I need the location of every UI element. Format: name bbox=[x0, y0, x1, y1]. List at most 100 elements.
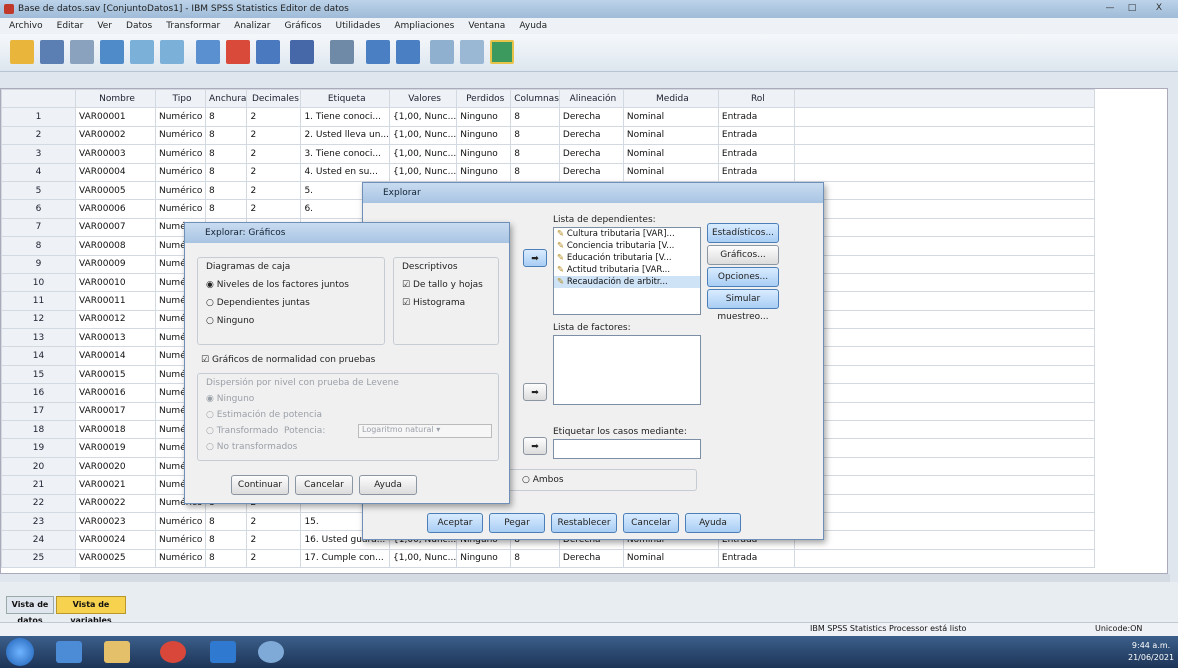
split-file-icon[interactable] bbox=[430, 40, 454, 64]
table-cell[interactable]: VAR00011 bbox=[75, 291, 156, 311]
table-cell[interactable]: 8 bbox=[510, 144, 560, 164]
start-icon[interactable] bbox=[6, 638, 34, 666]
table-cell[interactable]: 2 bbox=[246, 180, 302, 201]
table-cell[interactable]: Numérico bbox=[155, 530, 206, 550]
table-cell[interactable]: 2 bbox=[246, 530, 302, 550]
table-cell[interactable]: VAR00016 bbox=[75, 383, 156, 403]
table-cell[interactable]: Ninguno bbox=[456, 144, 512, 164]
table-cell[interactable]: Numérico bbox=[155, 511, 206, 532]
variables-icon[interactable] bbox=[256, 40, 280, 64]
table-cell[interactable]: VAR00001 bbox=[75, 107, 156, 127]
menu-1[interactable]: Editar bbox=[57, 21, 84, 31]
table-cell[interactable]: Nominal bbox=[622, 107, 719, 127]
table-row[interactable]: 2 VAR00002 Numérico 8 2 2. Usted lleva un...{… bbox=[1, 125, 1095, 146]
stem-leaf-checkbox[interactable]: ☑ De tallo y hojas bbox=[402, 280, 483, 290]
col-header[interactable]: Etiqueta bbox=[300, 89, 391, 109]
col-header[interactable]: Nombre bbox=[75, 89, 156, 109]
table-cell[interactable]: VAR00021 bbox=[75, 475, 156, 495]
table-cell[interactable]: Nominal bbox=[622, 125, 719, 146]
col-header[interactable]: Decimales bbox=[246, 89, 302, 109]
table-cell[interactable]: VAR00002 bbox=[75, 125, 156, 146]
table-cell[interactable]: Entrada bbox=[717, 107, 795, 127]
col-header[interactable]: Columnas bbox=[510, 89, 560, 109]
table-cell[interactable]: Derecha bbox=[558, 125, 624, 146]
table-cell[interactable]: Numérico bbox=[155, 199, 206, 219]
plots-cancel-button[interactable]: Cancelar bbox=[295, 475, 353, 495]
table-cell[interactable]: 8 bbox=[204, 199, 248, 219]
table-cell[interactable]: VAR00013 bbox=[75, 328, 156, 348]
table-cell[interactable]: Numérico bbox=[155, 144, 206, 164]
dialog-recall-icon[interactable] bbox=[100, 40, 124, 64]
col-header[interactable]: Perdidos bbox=[456, 89, 512, 109]
value-labels-icon[interactable] bbox=[460, 40, 484, 64]
spread-power-radio[interactable]: ○ Estimación de potencia bbox=[206, 410, 322, 420]
table-cell[interactable]: 2 bbox=[246, 511, 302, 532]
spread-none-radio[interactable]: ◉ Ninguno bbox=[206, 394, 254, 404]
explorer-icon[interactable] bbox=[104, 641, 130, 663]
table-cell[interactable]: Numérico bbox=[155, 162, 206, 182]
table-cell[interactable]: Nominal bbox=[622, 162, 719, 182]
histogram-checkbox[interactable]: ☑ Histograma bbox=[402, 298, 465, 308]
menu-4[interactable]: Transformar bbox=[166, 21, 220, 31]
table-cell[interactable]: VAR00003 bbox=[75, 144, 156, 164]
power-select[interactable]: Logaritmo natural ▾ bbox=[358, 424, 492, 438]
move-label-arrow-icon[interactable]: ➡ bbox=[523, 437, 547, 455]
table-cell[interactable]: VAR00006 bbox=[75, 199, 156, 219]
box-factor-levels-radio[interactable]: ◉ Niveles de los factores juntos bbox=[206, 280, 349, 290]
table-cell[interactable]: Derecha bbox=[558, 144, 624, 164]
close-button[interactable]: X bbox=[1146, 1, 1172, 15]
table-cell[interactable]: {1,00, Nunc... bbox=[389, 162, 458, 182]
list-item[interactable]: ✎ Conciencia tributaria [V... bbox=[554, 240, 700, 252]
plots-button[interactable]: Gráficos... bbox=[707, 245, 779, 265]
col-header[interactable] bbox=[1, 89, 76, 109]
tab-variable-view[interactable]: Vista de variables bbox=[56, 596, 126, 625]
table-cell[interactable]: VAR00019 bbox=[75, 438, 156, 458]
spss-task-icon[interactable] bbox=[258, 641, 284, 663]
table-cell[interactable]: VAR00005 bbox=[75, 180, 156, 201]
table-cell[interactable]: VAR00004 bbox=[75, 162, 156, 182]
table-row[interactable]: 3 VAR00003 Numérico 8 2 3. Tiene conoci... {1,… bbox=[1, 144, 1095, 164]
spread-untransformed-radio[interactable]: ○ No transformados bbox=[206, 442, 297, 452]
display-both-radio[interactable]: ○ Ambos bbox=[522, 475, 564, 485]
menu-0[interactable]: Archivo bbox=[9, 21, 43, 31]
statistics-button[interactable]: Estadísticos... bbox=[707, 223, 779, 243]
table-cell[interactable]: VAR00007 bbox=[75, 217, 156, 238]
table-cell[interactable]: VAR00014 bbox=[75, 346, 156, 366]
insert-cases-icon[interactable] bbox=[366, 40, 390, 64]
table-cell[interactable]: 8 bbox=[204, 530, 248, 550]
table-cell[interactable]: 2 bbox=[246, 548, 302, 569]
menu-9[interactable]: Ventana bbox=[468, 21, 505, 31]
plots-help-button[interactable]: Ayuda bbox=[359, 475, 417, 495]
col-header[interactable]: Tipo bbox=[155, 89, 206, 109]
horizontal-scrollbar[interactable] bbox=[80, 574, 1170, 582]
table-row[interactable]: 1 VAR00001 Numérico 8 2 1. Tiene conoci... {1,… bbox=[1, 107, 1095, 127]
goto-case-icon[interactable] bbox=[196, 40, 220, 64]
table-cell[interactable]: 8 bbox=[510, 107, 560, 127]
box-dependents-radio[interactable]: ○ Dependientes juntas bbox=[206, 298, 310, 308]
table-cell[interactable]: Numérico bbox=[155, 107, 206, 127]
table-cell[interactable]: Derecha bbox=[558, 548, 624, 569]
table-cell[interactable]: {1,00, Nunc... bbox=[389, 144, 458, 164]
table-cell[interactable]: VAR00010 bbox=[75, 272, 156, 293]
col-header[interactable]: Medida bbox=[622, 89, 719, 109]
col-header[interactable]: Alineación bbox=[558, 89, 624, 109]
table-cell[interactable]: {1,00, Nunc... bbox=[389, 107, 458, 127]
menu-3[interactable]: Datos bbox=[126, 21, 152, 31]
move-factor-arrow-icon[interactable]: ➡ bbox=[523, 383, 547, 401]
col-header[interactable]: Rol bbox=[717, 89, 795, 109]
table-cell[interactable]: VAR00025 bbox=[75, 548, 156, 569]
table-cell[interactable]: 3. Tiene conoci... bbox=[300, 144, 391, 164]
save-icon[interactable] bbox=[40, 40, 64, 64]
table-cell[interactable]: {1,00, Nunc... bbox=[389, 548, 458, 569]
table-cell[interactable]: Derecha bbox=[558, 107, 624, 127]
open-icon[interactable] bbox=[10, 40, 34, 64]
table-cell[interactable]: 2 bbox=[246, 162, 302, 182]
label-cases-field[interactable] bbox=[553, 439, 701, 459]
chrome-icon[interactable] bbox=[160, 641, 186, 663]
list-item[interactable]: ✎ Actitud tributaria [VAR... bbox=[554, 264, 700, 276]
table-cell[interactable]: VAR00008 bbox=[75, 236, 156, 256]
table-cell[interactable]: 8 bbox=[510, 125, 560, 146]
table-cell[interactable]: 8 bbox=[204, 548, 248, 569]
table-cell[interactable]: VAR00022 bbox=[75, 493, 156, 513]
table-cell[interactable]: Numérico bbox=[155, 548, 206, 569]
